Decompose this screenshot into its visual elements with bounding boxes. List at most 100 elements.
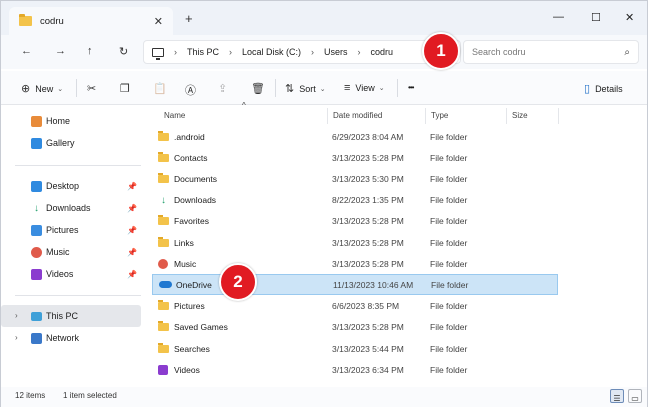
maximize-button[interactable]: ☐ bbox=[591, 11, 601, 24]
table-row[interactable]: Searches 3/13/2023 5:44 PM File folder bbox=[152, 338, 558, 359]
back-button[interactable]: ← bbox=[21, 45, 32, 57]
details-view-button[interactable]: ☰ bbox=[610, 389, 624, 403]
cut-button[interactable]: ✂ bbox=[87, 82, 101, 95]
close-button[interactable]: ✕ bbox=[625, 11, 634, 24]
table-row[interactable]: .android 6/29/2023 8:04 AM File folder bbox=[152, 126, 558, 147]
sidebar-item-home[interactable]: Home bbox=[1, 110, 141, 132]
sort-button[interactable]: ⇅ Sort ⌄ bbox=[285, 82, 326, 95]
title-bar: codru ✕ + — ☐ ✕ bbox=[1, 1, 647, 35]
sidebar-item-label: Network bbox=[46, 333, 80, 343]
table-row[interactable]: OneDrive 11/13/2023 10:46 AM File folder bbox=[152, 274, 558, 296]
date-modified-cell: 8/22/2023 1:35 PM bbox=[332, 195, 404, 206]
pin-icon[interactable]: 📌 bbox=[127, 204, 137, 213]
delete-button[interactable]: 🗑 bbox=[251, 82, 270, 95]
column-divider[interactable] bbox=[425, 108, 426, 124]
table-row[interactable]: Videos 3/13/2023 6:34 PM File folder bbox=[152, 359, 558, 380]
details-label: Details bbox=[595, 83, 623, 94]
file-name-cell: Music bbox=[158, 258, 196, 269]
tab-codru[interactable]: codru ✕ bbox=[9, 7, 173, 35]
folder-icon bbox=[158, 342, 169, 353]
pin-icon[interactable]: 📌 bbox=[127, 248, 137, 257]
date-modified-cell: 11/13/2023 10:46 AM bbox=[333, 279, 414, 290]
refresh-button[interactable]: ↻ bbox=[119, 45, 128, 58]
desktop-icon bbox=[31, 180, 42, 192]
sidebar-item-this-pc[interactable]: › This PC bbox=[1, 305, 141, 327]
folder-icon bbox=[158, 172, 169, 183]
column-header-type[interactable]: Type bbox=[431, 111, 448, 120]
callout-badge-1: 1 bbox=[422, 32, 460, 70]
column-divider[interactable] bbox=[558, 108, 559, 124]
sidebar-item-music[interactable]: Music 📌 bbox=[1, 241, 141, 263]
type-cell: File folder bbox=[430, 152, 468, 163]
table-row[interactable]: Contacts 3/13/2023 5:28 PM File folder bbox=[152, 147, 558, 168]
up-button[interactable]: ↑ bbox=[87, 45, 93, 57]
new-tab-button[interactable]: + bbox=[185, 12, 193, 25]
navigation-bar: ← → ↑ ↻ › This PC › Local Disk (C:) › Us… bbox=[1, 35, 647, 69]
sidebar-item-gallery[interactable]: Gallery bbox=[1, 132, 141, 154]
pin-icon[interactable]: 📌 bbox=[127, 182, 137, 191]
column-header-date[interactable]: Date modified bbox=[333, 111, 382, 120]
file-explorer-window: codru ✕ + — ☐ ✕ ← → ↑ ↻ › This PC › Loca… bbox=[0, 0, 648, 407]
date-modified-cell: 3/13/2023 5:28 PM bbox=[332, 237, 404, 248]
sidebar-item-pictures[interactable]: Pictures 📌 bbox=[1, 219, 141, 241]
breadcrumb-local-disk[interactable]: Local Disk (C:) bbox=[242, 47, 301, 57]
item-count: 12 items bbox=[15, 391, 46, 400]
breadcrumb-users[interactable]: Users bbox=[324, 47, 348, 57]
view-button[interactable]: ≡ View ⌄ bbox=[344, 82, 385, 94]
address-bar[interactable]: › This PC › Local Disk (C:) › Users › co… bbox=[143, 40, 461, 64]
computer-icon bbox=[31, 311, 42, 321]
table-row[interactable]: Documents 3/13/2023 5:30 PM File folder bbox=[152, 168, 558, 189]
forward-button[interactable]: → bbox=[55, 45, 66, 57]
paste-button[interactable]: 📋 bbox=[153, 82, 172, 95]
tiles-view-button[interactable]: ▭ bbox=[628, 389, 642, 403]
share-button[interactable]: ⇪ bbox=[218, 82, 232, 95]
sidebar-item-desktop[interactable]: Desktop 📌 bbox=[1, 175, 141, 197]
view-icon: ≡ bbox=[344, 82, 351, 94]
more-options-button[interactable]: ••• bbox=[408, 83, 414, 92]
sidebar-item-videos[interactable]: Videos 📌 bbox=[1, 263, 141, 285]
chevron-right-icon[interactable]: › bbox=[174, 47, 177, 57]
file-list: ^ Name Date modified Type Size .android 6… bbox=[148, 101, 647, 386]
type-cell: File folder bbox=[430, 195, 468, 206]
column-header-name[interactable]: Name bbox=[164, 111, 185, 120]
table-row[interactable]: Links 3/13/2023 5:28 PM File folder bbox=[152, 232, 558, 253]
column-header-size[interactable]: Size bbox=[512, 111, 528, 120]
table-row[interactable]: Saved Games 3/13/2023 5:28 PM File folder bbox=[152, 317, 558, 338]
search-input[interactable]: Search codru ⌕ bbox=[463, 40, 639, 64]
rename-button[interactable]: Ⓐ bbox=[185, 82, 201, 98]
chevron-right-icon[interactable]: › bbox=[358, 47, 361, 57]
videos-icon bbox=[158, 364, 168, 375]
search-placeholder: Search codru bbox=[472, 47, 526, 57]
tab-close-icon[interactable]: ✕ bbox=[154, 15, 163, 28]
details-pane-button[interactable]: ▯ Details bbox=[584, 82, 623, 95]
file-name: Searches bbox=[174, 343, 210, 354]
share-icon: ⇪ bbox=[218, 83, 228, 95]
type-cell: File folder bbox=[430, 131, 468, 142]
pin-icon[interactable]: 📌 bbox=[127, 226, 137, 235]
table-row[interactable]: Favorites 3/13/2023 5:28 PM File folder bbox=[152, 211, 558, 232]
file-name: Links bbox=[174, 237, 194, 248]
chevron-right-icon[interactable]: › bbox=[15, 311, 18, 320]
chevron-down-icon: ⌄ bbox=[319, 85, 326, 93]
column-divider[interactable] bbox=[327, 108, 328, 124]
minimize-button[interactable]: — bbox=[553, 11, 564, 23]
column-divider[interactable] bbox=[506, 108, 507, 124]
new-button[interactable]: ⊕ New ⌄ bbox=[21, 82, 63, 95]
sidebar-item-network[interactable]: › Network bbox=[1, 327, 141, 349]
sidebar-item-downloads[interactable]: ↓ Downloads 📌 bbox=[1, 197, 141, 219]
file-name-cell: Saved Games bbox=[158, 321, 228, 332]
chevron-right-icon[interactable]: › bbox=[15, 333, 18, 342]
file-name-cell: Documents bbox=[158, 172, 217, 184]
table-row[interactable]: Music 3/13/2023 5:28 PM File folder bbox=[152, 253, 558, 274]
date-modified-cell: 6/6/2023 8:35 PM bbox=[332, 301, 400, 312]
pin-icon[interactable]: 📌 bbox=[127, 270, 137, 279]
breadcrumb-codru[interactable]: codru bbox=[371, 47, 394, 57]
file-name-cell: Searches bbox=[158, 342, 210, 354]
chevron-right-icon[interactable]: › bbox=[311, 47, 314, 57]
copy-icon: ❐ bbox=[120, 83, 130, 95]
chevron-right-icon[interactable]: › bbox=[229, 47, 232, 57]
table-row[interactable]: ↓ Downloads 8/22/2023 1:35 PM File folder bbox=[152, 190, 558, 211]
copy-button[interactable]: ❐ bbox=[120, 82, 135, 95]
breadcrumb-this-pc[interactable]: This PC bbox=[187, 47, 219, 57]
table-row[interactable]: Pictures 6/6/2023 8:35 PM File folder bbox=[152, 296, 558, 317]
